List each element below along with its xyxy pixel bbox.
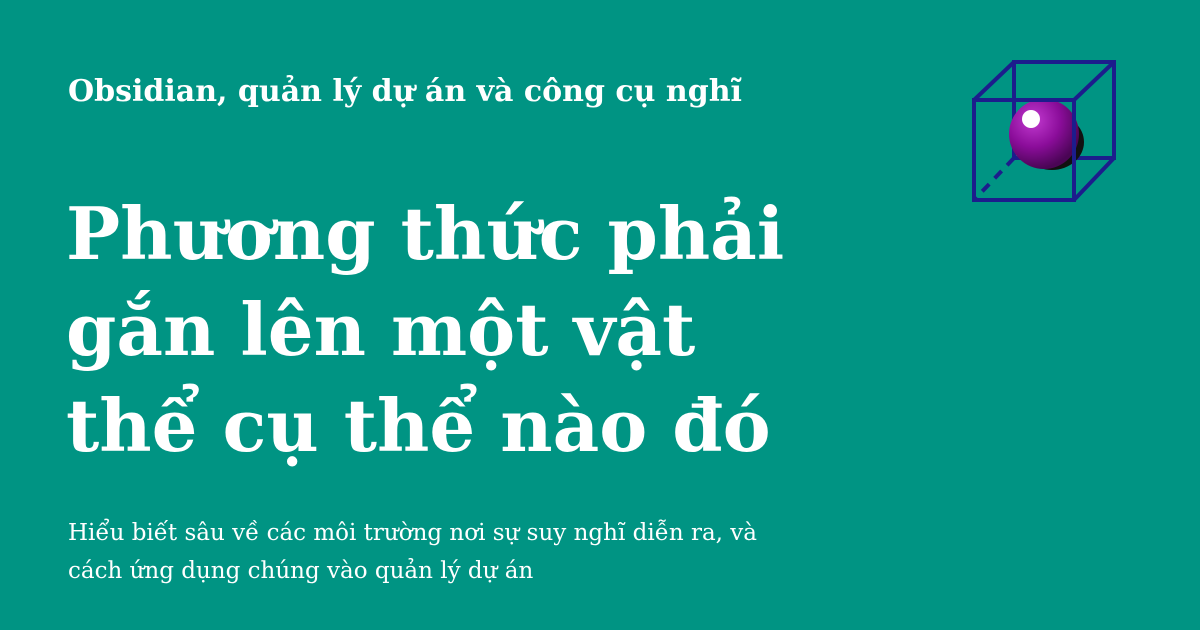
title-line-1: Phương thức phải <box>66 191 785 276</box>
cube-with-sphere-icon <box>972 60 1116 202</box>
title-line-2: gắn lên một vật <box>66 287 696 372</box>
description-line-2: cách ứng dụng chúng vào quản lý dự án <box>68 558 534 584</box>
page-title: Phương thức phải gắn lên một vật thể cụ … <box>66 186 926 474</box>
og-card: Obsidian, quản lý dự án và công cụ nghĩ … <box>0 0 1200 630</box>
title-line-3: thể cụ thể nào đó <box>66 383 771 468</box>
description-line-1: Hiểu biết sâu về các môi trường nơi sự s… <box>68 520 758 546</box>
series-label: Obsidian, quản lý dự án và công cụ nghĩ <box>68 74 742 109</box>
description: Hiểu biết sâu về các môi trường nơi sự s… <box>68 514 928 590</box>
